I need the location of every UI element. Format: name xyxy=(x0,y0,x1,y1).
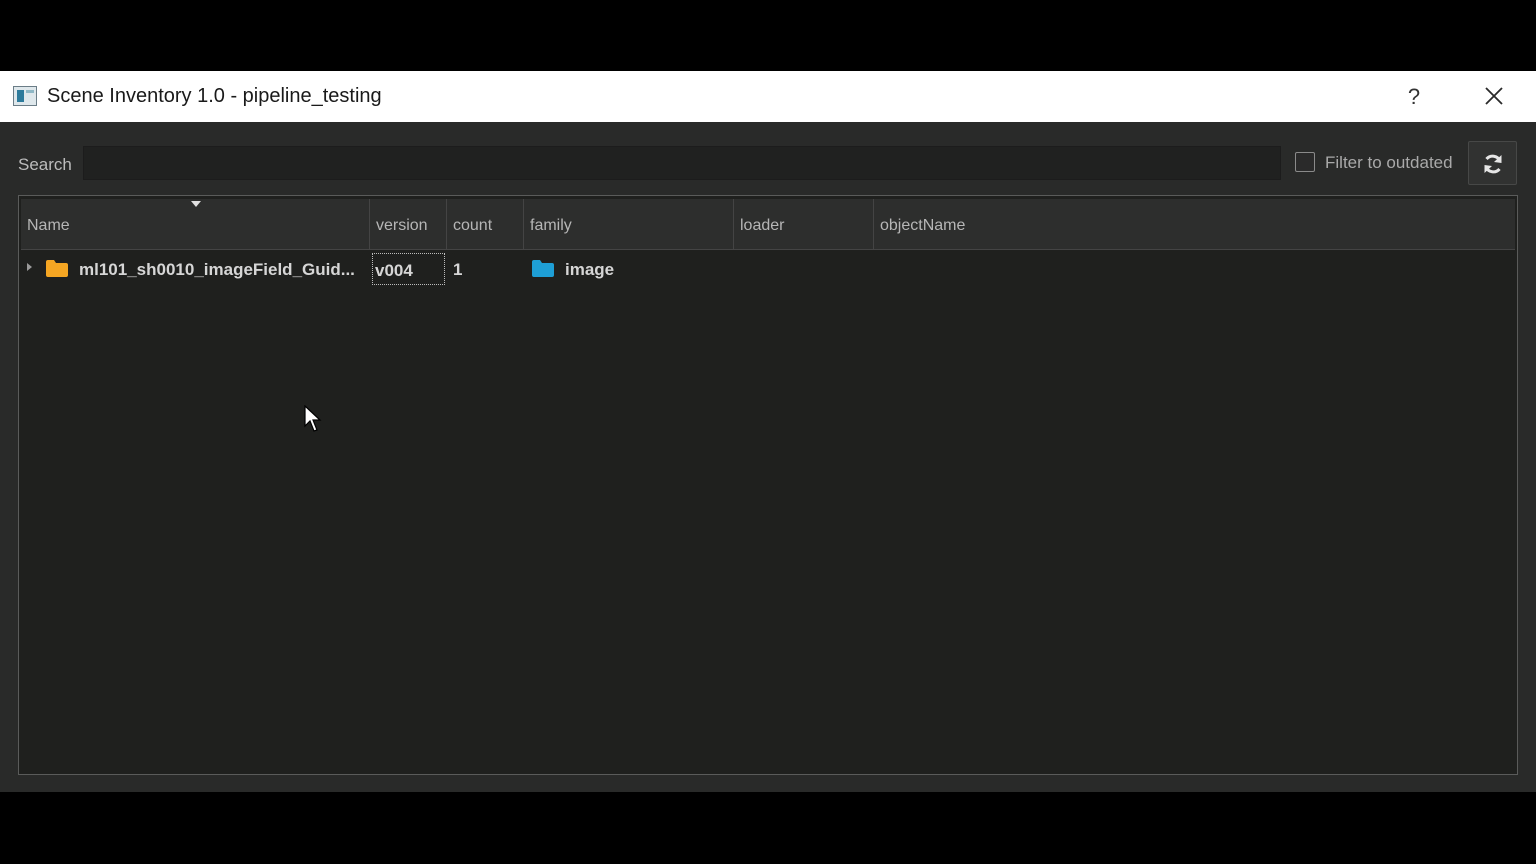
title-bar[interactable]: Scene Inventory 1.0 - pipeline_testing ? xyxy=(0,71,1536,122)
app-icon xyxy=(13,86,37,106)
container-folder-icon xyxy=(46,260,68,277)
refresh-icon xyxy=(1484,154,1501,174)
header-family[interactable]: family xyxy=(524,199,734,249)
window-title: Scene Inventory 1.0 - pipeline_testing xyxy=(47,85,382,107)
row-name: ml101_sh0010_imageField_Guid... xyxy=(79,260,355,279)
filter-outdated-label: Filter to outdated xyxy=(1325,153,1453,172)
search-input[interactable] xyxy=(83,146,1281,180)
help-button[interactable]: ? xyxy=(1394,79,1434,115)
row-family: image xyxy=(565,260,615,279)
mouse-cursor-icon xyxy=(304,405,322,432)
inventory-tree[interactable]: Name version count family loader objectN… xyxy=(18,195,1518,775)
filter-outdated-checkbox[interactable] xyxy=(1295,152,1315,172)
header-name[interactable]: Name xyxy=(21,199,370,249)
header-objectname[interactable]: objectName xyxy=(874,199,1515,249)
table-header: Name version count family loader objectN… xyxy=(21,199,1515,250)
header-count[interactable]: count xyxy=(447,199,524,249)
refresh-button[interactable] xyxy=(1468,141,1517,185)
header-version[interactable]: version xyxy=(370,199,447,249)
search-label: Search xyxy=(18,155,72,174)
header-loader[interactable]: loader xyxy=(734,199,874,249)
row-count: 1 xyxy=(453,260,463,279)
version-cell[interactable]: v004 xyxy=(372,253,445,285)
sort-indicator-icon xyxy=(191,201,201,207)
header-name-label: Name xyxy=(27,217,70,234)
expand-arrow-icon[interactable] xyxy=(27,263,32,271)
scene-inventory-window: Scene Inventory 1.0 - pipeline_testing ?… xyxy=(0,71,1536,792)
close-button[interactable] xyxy=(1470,79,1518,115)
family-folder-icon xyxy=(532,260,554,277)
row-version: v004 xyxy=(375,261,413,280)
close-icon xyxy=(1485,87,1503,105)
table-row[interactable]: ml101_sh0010_imageField_Guid... v004 1 i… xyxy=(21,251,1515,285)
